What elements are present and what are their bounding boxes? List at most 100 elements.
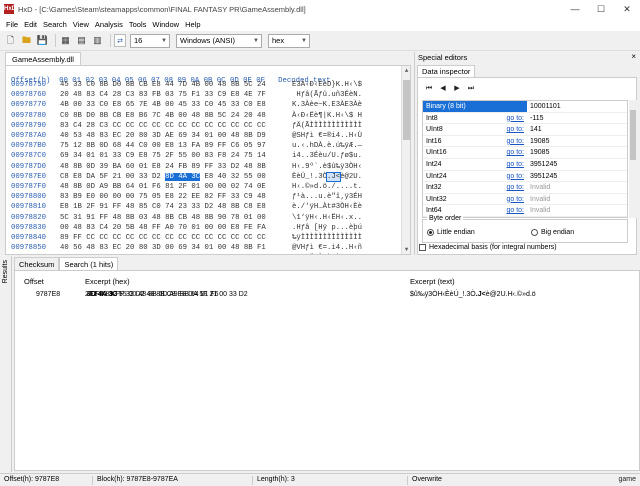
row-decoded-text[interactable]: À‹Ð‹Ëè¶|K.H‹\$ H <box>292 112 362 120</box>
hex-basis-checkbox[interactable]: Hexadecimal basis (for integral numbers) <box>419 244 557 251</box>
row-decoded-text[interactable]: ƒÄ(ÃÌÌÌÌÌÌÌÌÌÌÌÌ <box>292 122 362 130</box>
cut-icon[interactable]: ▦ <box>59 34 72 47</box>
menu-window[interactable]: Window <box>149 20 182 29</box>
row-decoded-text[interactable]: H‹.9º`.è$û‰ÿ3ÒH‹ <box>292 163 362 171</box>
close-icon[interactable]: ✕ <box>614 0 640 18</box>
col-offset[interactable]: Offset <box>24 277 44 286</box>
row-bytes[interactable]: 4B 00 33 C0 E8 65 7E 4B 00 45 33 C0 45 3… <box>60 101 266 109</box>
copy-icon[interactable]: ▤ <box>75 34 88 47</box>
inspector-value[interactable]: Invalid <box>527 205 627 216</box>
hex-row[interactable]: 009787D0 48 8B 0D 39 BA 60 01 E8 24 FB 89… <box>6 163 402 173</box>
row-decoded-text[interactable]: K.3Àèe~K.E3ÀE3Àè <box>292 101 362 109</box>
row-bytes[interactable]: E8 1B 2F 91 FF 48 85 C0 74 23 33 D2 48 8… <box>60 203 266 211</box>
row-bytes[interactable]: 45 33 C0 8B D0 8B CB E8 44 7D 4B 00 48 8… <box>60 81 266 89</box>
selected-bytes[interactable]: 8D 4A 3C <box>165 172 201 181</box>
minimize-icon[interactable]: — <box>562 0 588 18</box>
inspector-value[interactable]: 19085 <box>527 136 627 147</box>
open-folder-icon[interactable]: 🖿 <box>20 34 33 47</box>
row-decoded-text[interactable]: u.‹.hDÀ.è.ú‰ÿÆ.— <box>292 142 362 150</box>
inspector-value[interactable]: 141 <box>527 124 627 135</box>
row-bytes[interactable]: 5C 31 91 FF 48 8B 03 48 8B CB 48 8B 90 7… <box>60 214 266 222</box>
row-bytes[interactable]: 48 8B 0D A9 BB 64 01 F6 81 2F 01 00 00 0… <box>60 183 266 191</box>
hex-row[interactable]: 00978760 20 48 83 C4 28 C3 83 FB 03 75 F1… <box>6 91 402 101</box>
inspector-value[interactable]: -115 <box>527 113 627 124</box>
row-bytes[interactable]: C0 8B D0 8B CB E8 B6 7C 4B 00 48 8B 5C 2… <box>60 112 266 120</box>
hex-row[interactable]: 00978820 5C 31 91 FF 48 8B 03 48 8B CB 48… <box>6 214 402 224</box>
inspector-row[interactable]: Binary (8 bit) 10001101 <box>423 101 627 113</box>
col-excerpt-text[interactable]: Excerpt (text) <box>410 277 455 286</box>
save-icon[interactable]: 💾 <box>36 34 49 47</box>
scroll-thumb[interactable] <box>403 80 410 140</box>
inspector-row[interactable]: UInt16 go to: 19085 <box>423 147 627 159</box>
close-icon[interactable]: × <box>631 52 636 61</box>
row-bytes[interactable]: 75 12 8B 0D 68 44 C0 00 E8 13 FA 89 FF C… <box>60 142 266 150</box>
little-endian-radio[interactable]: Little endian <box>427 229 475 236</box>
hex-row[interactable]: 00978840 89 FF CC CC CC CC CC CC CC CC CC… <box>6 234 402 244</box>
row-decoded-text[interactable]: u.‹.ÄDÀ.ècù‰ÿÆ.y <box>292 254 362 255</box>
row-decoded-text[interactable]: i4..3Éèu/U.ƒø$u. <box>292 152 362 160</box>
inspector-row[interactable]: UInt8 go to: 141 <box>423 124 627 136</box>
next-icon[interactable]: ▶ <box>450 83 464 95</box>
editor-scrollbar[interactable]: ▲ ▼ <box>401 66 410 254</box>
menu-search[interactable]: Search <box>40 20 70 29</box>
hex-row[interactable]: 009787E0 C8 E8 DA 5F 21 00 33 D2 8D 4A 3C… <box>6 171 402 183</box>
hex-row[interactable]: 00978750 45 33 C0 8B D0 8B CB E8 44 7D 4B… <box>6 81 402 91</box>
result-row[interactable]: 9787E8 24 FB 89 FF 33 D2 48 8B C8 E8 DA … <box>15 291 639 302</box>
menu-help[interactable]: Help <box>182 20 203 29</box>
inspector-row[interactable]: UInt24 go to: 3951245 <box>423 171 627 183</box>
scroll-down-icon[interactable]: ▼ <box>402 245 410 254</box>
inspector-row[interactable]: Int8 go to: -115 <box>423 113 627 125</box>
tab-gameassembly[interactable]: GameAssembly.dll <box>5 52 81 65</box>
tab-checksum[interactable]: Checksum <box>14 257 60 270</box>
maximize-icon[interactable]: ☐ <box>588 0 614 18</box>
row-bytes[interactable]: 69 34 01 01 33 C9 E8 75 2F 55 00 83 F8 2… <box>60 152 266 160</box>
row-bytes[interactable]: C8 E8 DA 5F 21 00 33 D2 8D 4A 3C E8 40 3… <box>60 172 266 181</box>
inspector-value[interactable]: 3951245 <box>527 159 627 170</box>
hex-row[interactable]: 00978770 4B 00 33 C0 E8 65 7E 4B 00 45 33… <box>6 101 402 111</box>
menu-edit[interactable]: Edit <box>21 20 40 29</box>
inspector-value[interactable]: 10001101 <box>527 101 627 112</box>
row-decoded-text[interactable]: \1‘ÿH‹.H‹ËH‹.x.. <box>292 214 362 222</box>
big-endian-radio[interactable]: Big endian <box>531 229 574 236</box>
row-bytes[interactable]: 40 56 48 83 EC 20 80 3D 00 69 34 01 00 4… <box>60 244 266 252</box>
inspector-row[interactable]: UInt32 go to: Invalid <box>423 194 627 206</box>
inspector-row[interactable]: Int32 go to: Invalid <box>423 182 627 194</box>
hex-row[interactable]: 00978780 C0 8B D0 8B CB E8 B6 7C 4B 00 48… <box>6 112 402 122</box>
goto-link[interactable]: go to: <box>497 194 527 205</box>
inspector-row[interactable]: Int24 go to: 3951245 <box>423 159 627 171</box>
scroll-up-icon[interactable]: ▲ <box>402 66 410 75</box>
columns-icon[interactable]: ⇄ <box>114 34 126 47</box>
row-decoded-text[interactable]: Hƒâ(Ãƒû.uñ3ÉèN. <box>292 91 362 99</box>
results-side-tab[interactable]: Results <box>0 256 12 472</box>
hex-row[interactable]: 00978830 00 48 83 C4 20 5B 48 FF A0 70 01… <box>6 224 402 234</box>
row-bytes[interactable]: 48 8B 0D 39 BA 60 01 E8 24 FB 89 FF 33 D… <box>60 163 266 171</box>
row-bytes[interactable]: 89 FF CC CC CC CC CC CC CC CC CC CC CC C… <box>60 234 266 242</box>
first-icon[interactable]: ⏮ <box>422 83 436 95</box>
display-mode-select[interactable]: hex ▼ <box>268 33 310 48</box>
goto-link[interactable]: go to: <box>497 113 527 124</box>
goto-link[interactable]: go to: <box>497 147 527 158</box>
hex-row[interactable]: 009787C0 69 34 01 01 33 C9 E8 75 2F 55 00… <box>6 152 402 162</box>
hex-row[interactable]: 00978800 83 B9 E0 00 00 00 75 05 E8 22 EE… <box>6 193 402 203</box>
hex-row[interactable]: 009787B0 75 12 8B 0D 68 44 C0 00 E8 13 FA… <box>6 142 402 152</box>
inspector-value[interactable]: Invalid <box>527 194 627 205</box>
hex-row[interactable]: 00978810 E8 1B 2F 91 FF 48 85 C0 74 23 33… <box>6 203 402 213</box>
new-file-icon[interactable]: 🗋 <box>4 34 17 47</box>
inspector-value[interactable]: 3951245 <box>527 171 627 182</box>
inspector-value[interactable]: 19085 <box>527 147 627 158</box>
menu-analysis[interactable]: Analysis <box>92 20 126 29</box>
hex-editor[interactable]: Offset(h) 00 01 02 03 04 05 06 07 08 09 … <box>5 65 411 255</box>
row-bytes[interactable]: 40 53 48 83 EC 20 80 3D AE 69 34 01 00 4… <box>60 132 266 140</box>
selected-text[interactable]: .J< <box>326 171 342 182</box>
paste-icon[interactable]: ▥ <box>91 34 104 47</box>
row-decoded-text[interactable]: @SHƒì €=®i4..H‹Ù <box>292 132 362 140</box>
goto-link[interactable]: go to: <box>497 124 527 135</box>
menu-tools[interactable]: Tools <box>126 20 150 29</box>
goto-link[interactable]: go to: <box>497 182 527 193</box>
hex-row[interactable]: 00978860 75 12 8B 0D C4 44 C0 00 E8 63 F9… <box>6 254 402 255</box>
row-decoded-text[interactable]: H‹.©»d.ö./....t. <box>292 183 362 191</box>
inspector-scrollbar[interactable] <box>629 100 637 218</box>
goto-link[interactable]: go to: <box>497 205 527 216</box>
goto-link[interactable]: go to: <box>497 159 527 170</box>
row-bytes[interactable]: 83 B9 E0 00 00 00 75 05 E8 22 EE 82 FF 3… <box>60 193 266 201</box>
